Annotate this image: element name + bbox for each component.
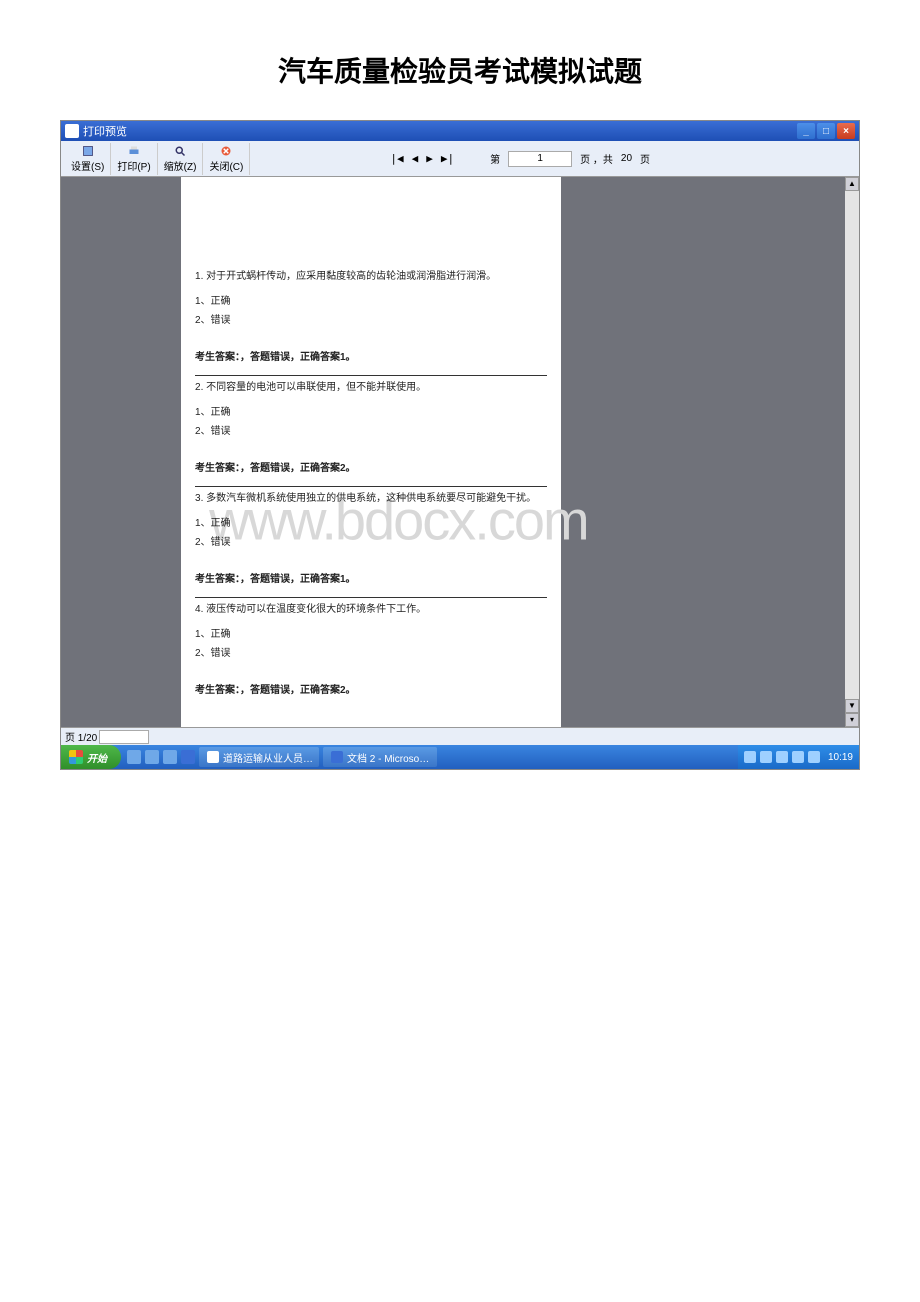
- option: 1、正确: [195, 294, 547, 309]
- question-block: 3. 多数汽车微机系统使用独立的供电系统，这种供电系统要尽可能避免干扰。 1、正…: [195, 491, 547, 598]
- word-icon: [331, 751, 343, 763]
- page-status: 页 1/20: [65, 729, 97, 744]
- question-block: 2. 不同容量的电池可以串联使用，但不能并联使用。 1、正确 2、错误 考生答案…: [195, 380, 547, 487]
- start-button[interactable]: 开始: [61, 745, 121, 769]
- taskbar: 开始 道路运输从业人员… 文档 2 - Microso… 10:19: [61, 745, 859, 769]
- option: 1、正确: [195, 516, 547, 531]
- setup-icon: [81, 145, 95, 157]
- print-icon: [127, 145, 141, 157]
- zoom-button[interactable]: 缩放(Z): [158, 143, 204, 175]
- window-icon: [65, 124, 79, 138]
- titlebar: 打印预览 _ □ ×: [61, 121, 859, 141]
- print-button[interactable]: 打印(P): [111, 143, 157, 175]
- print-preview-window: 打印预览 _ □ × 设置(S) 打印(P) 缩放(Z) 关闭(C) |◀ ◀ …: [60, 120, 860, 770]
- preview-content: www.bdocx.com 1. 对于开式蜗杆传动，应采用黏度较高的齿轮油或润滑…: [61, 177, 859, 727]
- tray-icon[interactable]: [760, 751, 772, 763]
- answer-line: 考生答案：，答题错误，正确答案2。: [195, 683, 547, 698]
- close-icon: [219, 145, 233, 157]
- statusbar: 页 1/20: [61, 727, 859, 745]
- window-title: 打印预览: [83, 123, 127, 139]
- quicklaunch-icon[interactable]: [127, 750, 141, 764]
- minimize-button[interactable]: _: [797, 123, 815, 139]
- scroll-up-button[interactable]: ▲: [845, 177, 859, 191]
- option: 2、错误: [195, 646, 547, 661]
- page-navigation: |◀ ◀ ▶ ▶| 第 页 ，共 20 页: [390, 151, 650, 167]
- option: 1、正确: [195, 627, 547, 642]
- answer-line: 考生答案：，答题错误，正确答案1。: [195, 572, 547, 587]
- question-block: 1. 对于开式蜗杆传动，应采用黏度较高的齿轮油或润滑脂进行润滑。 1、正确 2、…: [195, 269, 547, 376]
- system-tray: 10:19: [738, 745, 859, 769]
- prev-page-button[interactable]: ◀: [412, 152, 419, 165]
- setup-button[interactable]: 设置(S): [65, 143, 111, 175]
- question-block: 4. 液压传动可以在温度变化很大的环境条件下工作。 1、正确 2、错误 考生答案…: [195, 602, 547, 708]
- option: 2、错误: [195, 313, 547, 328]
- gutter-right: [561, 177, 859, 727]
- page-label-mid: 页 ，共: [580, 151, 613, 166]
- option: 2、错误: [195, 424, 547, 439]
- maximize-button[interactable]: □: [817, 123, 835, 139]
- gutter-left: [61, 177, 181, 727]
- close-button[interactable]: ×: [837, 123, 855, 139]
- page-label-prefix: 第: [490, 151, 500, 166]
- quicklaunch-icon[interactable]: [145, 750, 159, 764]
- status-input[interactable]: [99, 730, 149, 744]
- option: 1、正确: [195, 405, 547, 420]
- taskbar-item[interactable]: 文档 2 - Microso…: [323, 747, 437, 767]
- close-preview-button[interactable]: 关闭(C): [203, 143, 250, 175]
- tray-icon[interactable]: [808, 751, 820, 763]
- tray-icon[interactable]: [776, 751, 788, 763]
- first-page-button[interactable]: |◀: [390, 152, 403, 165]
- scroll-down-button[interactable]: ▾: [845, 713, 859, 727]
- tray-icon[interactable]: [792, 751, 804, 763]
- scroll-down-button[interactable]: ▼: [845, 699, 859, 713]
- document-title: 汽车质量检验员考试模拟试题: [0, 0, 920, 110]
- app-icon: [207, 751, 219, 763]
- page-number-input[interactable]: [508, 151, 572, 167]
- clock: 10:19: [828, 752, 853, 763]
- taskbar-item[interactable]: 道路运输从业人员…: [199, 747, 319, 767]
- option: 2、错误: [195, 535, 547, 550]
- next-page-button[interactable]: ▶: [426, 152, 433, 165]
- preview-page: www.bdocx.com 1. 对于开式蜗杆传动，应采用黏度较高的齿轮油或润滑…: [181, 177, 561, 727]
- answer-line: 考生答案：，答题错误，正确答案2。: [195, 461, 547, 476]
- vertical-scrollbar[interactable]: ▲ ▼ ▾: [845, 177, 859, 727]
- total-pages: 20: [621, 153, 632, 164]
- windows-logo-icon: [69, 750, 83, 764]
- answer-line: 考生答案：，答题错误，正确答案1。: [195, 350, 547, 365]
- zoom-icon: [173, 145, 187, 157]
- quicklaunch-icon[interactable]: [181, 750, 195, 764]
- last-page-button[interactable]: ▶|: [441, 152, 454, 165]
- tray-icon[interactable]: [744, 751, 756, 763]
- toolbar: 设置(S) 打印(P) 缩放(Z) 关闭(C) |◀ ◀ ▶ ▶| 第 页 ，共…: [61, 141, 859, 177]
- page-label-suffix: 页: [640, 151, 650, 166]
- quicklaunch-icon[interactable]: [163, 750, 177, 764]
